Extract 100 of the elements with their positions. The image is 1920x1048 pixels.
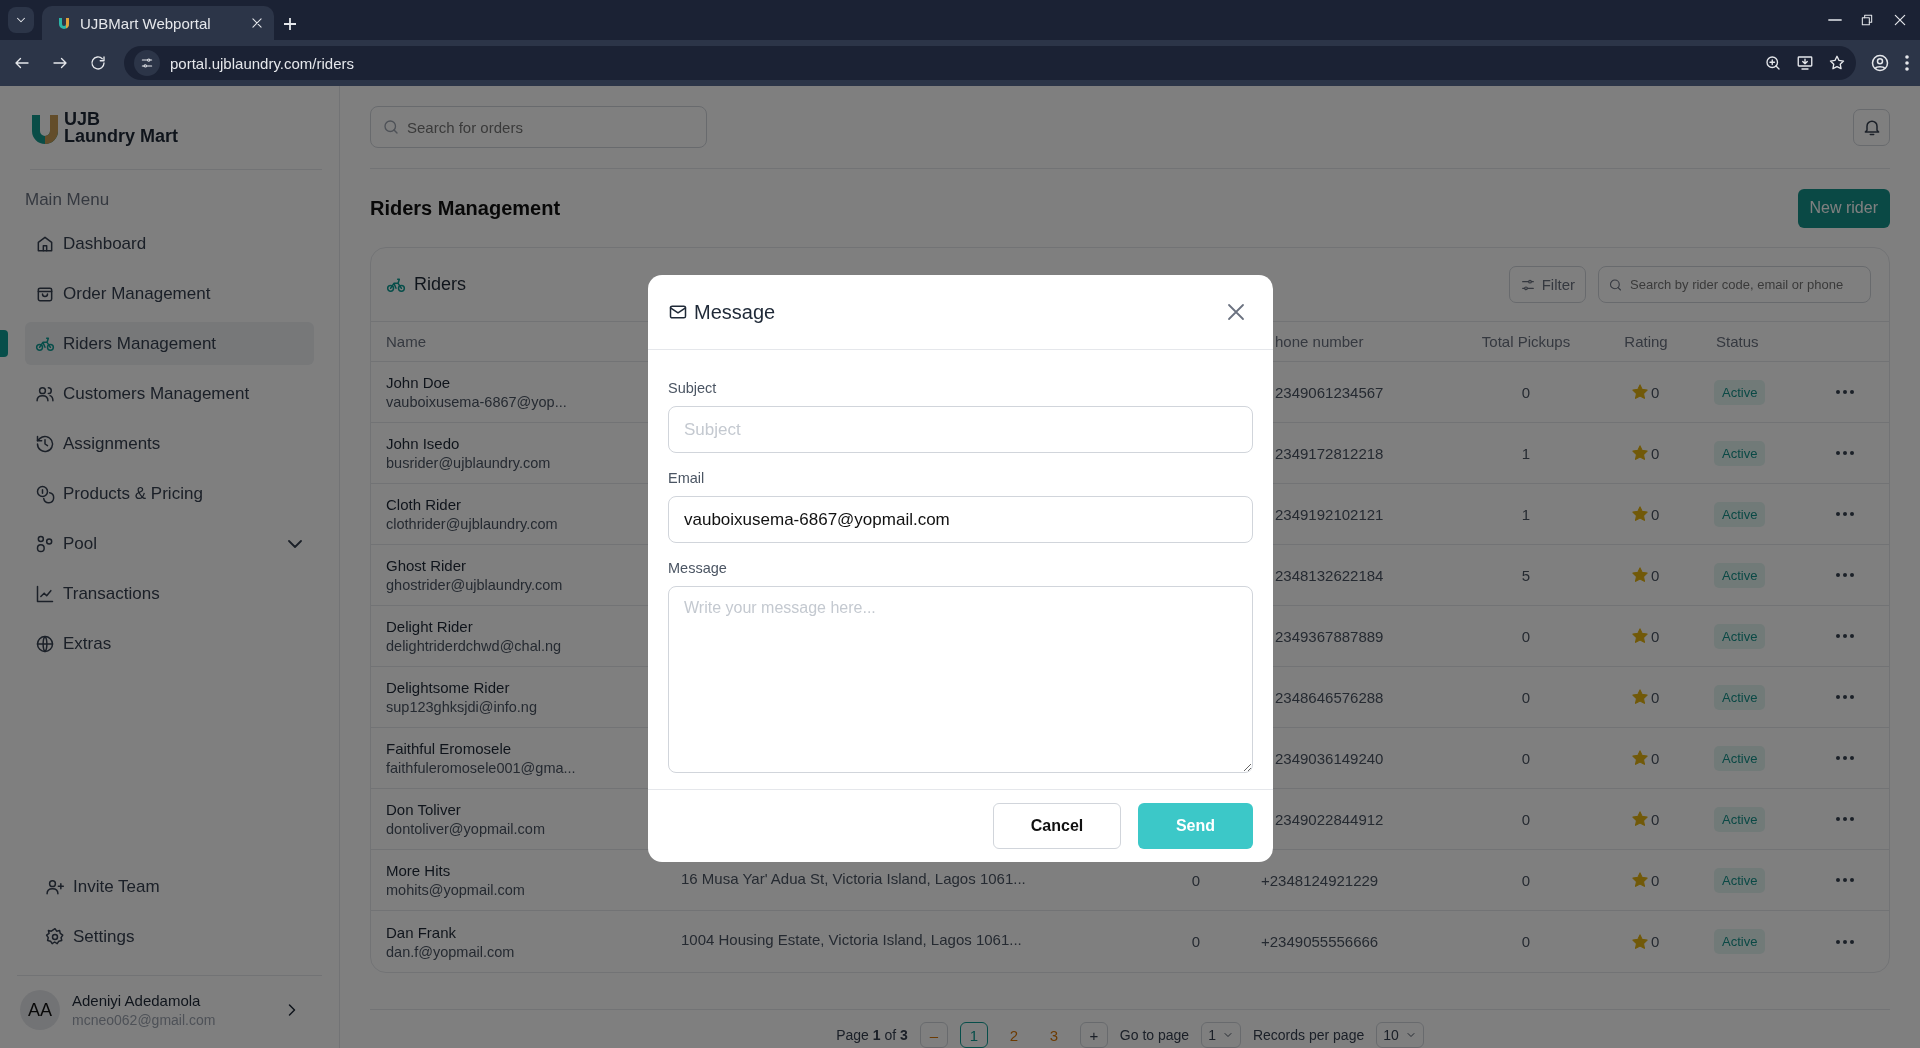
browser-tab[interactable]: UJBMart Webportal	[42, 6, 274, 40]
tab-list-button[interactable]	[8, 7, 34, 33]
more-options-icon[interactable]	[1835, 389, 1855, 395]
sidebar-item[interactable]: Pool	[25, 522, 314, 565]
more-options-icon[interactable]	[1835, 816, 1855, 822]
sidebar-item[interactable]: Order Management	[25, 272, 314, 315]
rider-name: John Isedo	[386, 435, 460, 452]
table-cell: +2349055556666	[1261, 933, 1379, 950]
cancel-button[interactable]: Cancel	[993, 803, 1121, 849]
page-info: Page 1 of 3	[836, 1027, 908, 1043]
settings-icon	[45, 926, 65, 947]
star-icon	[1631, 627, 1649, 645]
notification-button[interactable]	[1853, 108, 1890, 146]
card-title: Riders	[414, 274, 466, 294]
rider-name: Dan Frank	[386, 923, 457, 941]
star-icon	[1631, 932, 1649, 951]
page-button[interactable]: 1	[959, 1022, 988, 1048]
more-options-icon[interactable]	[1835, 694, 1855, 700]
table-cell: 2349036149240	[1275, 749, 1384, 767]
page-select[interactable]: 1	[1201, 1022, 1241, 1048]
status-badge: Active	[1714, 501, 1766, 527]
status-badge: Active	[1714, 745, 1766, 771]
rider-email: delightriderdchwd@chal.ng	[386, 638, 562, 654]
field-label: Subject	[668, 380, 717, 396]
table-cell: 0	[1651, 688, 1660, 706]
status-badge: Active	[1714, 929, 1766, 954]
star-icon	[1631, 444, 1649, 462]
line-chart-icon	[35, 583, 55, 604]
table-cell: 2349022844912	[1275, 810, 1384, 828]
table-cell: 2349192102121	[1275, 505, 1384, 523]
coins-icon	[35, 483, 55, 504]
mail-icon	[668, 302, 688, 322]
table-cell: +2348124921229	[1261, 871, 1379, 889]
sidebar-item[interactable]: Invite Team	[45, 865, 309, 908]
table-cell: 0	[1651, 505, 1660, 523]
rider-email: busrider@ujblaundry.com	[386, 455, 551, 471]
rider-name: Delightsome Rider	[386, 679, 510, 696]
rider-name: Cloth Rider	[386, 496, 462, 513]
search-field[interactable]: Search for orders	[370, 106, 707, 149]
goto-label: Go to page	[1119, 1027, 1190, 1043]
page-button[interactable]: 3	[1039, 1022, 1068, 1048]
more-options-icon[interactable]	[1835, 877, 1855, 883]
star-icon	[1631, 688, 1649, 706]
sidebar-item[interactable]: Assignments	[25, 422, 314, 465]
table-cell: 0	[1521, 688, 1531, 706]
rider-email: faithfuleromosele001@gma...	[386, 760, 576, 776]
table-cell: 0	[1191, 871, 1201, 889]
input-field[interactable]: vauboixusema-6867@yopmail.com	[668, 496, 1253, 543]
new-rider-button[interactable]: New rider	[1797, 188, 1890, 228]
close-icon	[1892, 12, 1908, 28]
column-header: Rating	[1624, 333, 1668, 350]
table-cell: 0	[1651, 749, 1660, 767]
table-cell: 0	[1651, 383, 1660, 401]
records-label: Records per page	[1252, 1027, 1365, 1043]
more-options-icon[interactable]	[1835, 938, 1855, 945]
more-options-icon[interactable]	[1835, 450, 1855, 456]
sidebar-item[interactable]: Extras	[25, 622, 314, 665]
circles-icon	[35, 533, 55, 554]
table-cell: 1004 Housing Estate, Victoria Island, Lagos 1061...	[681, 931, 1022, 948]
site-settings-icon	[140, 56, 154, 70]
status-badge: Active	[1714, 684, 1766, 710]
install-app-icon	[1796, 54, 1814, 72]
search-field[interactable]: Search by rider code, email or phone	[1598, 266, 1871, 303]
more-options-icon[interactable]	[1835, 572, 1855, 578]
more-options-icon[interactable]	[1835, 633, 1855, 639]
page-button[interactable]: 2	[999, 1022, 1028, 1048]
sidebar-item[interactable]: Dashboard	[25, 222, 314, 265]
star-icon	[1631, 871, 1649, 889]
records-select[interactable]: 10	[1376, 1022, 1424, 1048]
field-label: Email	[668, 470, 705, 486]
section-title: Main Menu	[25, 190, 110, 209]
active-marker	[0, 330, 8, 357]
new-tab-icon[interactable]	[282, 16, 298, 32]
more-options-icon[interactable]	[1835, 755, 1855, 761]
next-page-button[interactable]: +	[1079, 1022, 1108, 1048]
table-cell: 2349172812218	[1275, 444, 1384, 462]
table-cell: 0	[1651, 444, 1660, 462]
more-options-icon[interactable]	[1835, 511, 1855, 517]
address-bar[interactable]: portal.ujblaundry.com/riders	[124, 46, 1856, 80]
sidebar-item[interactable]: Customers Management	[25, 372, 314, 415]
page-title: Riders Management	[370, 196, 561, 220]
table-cell: 2349367887889	[1275, 627, 1384, 645]
table-cell: 5	[1521, 566, 1531, 584]
rider-name: Don Toliver	[386, 801, 461, 818]
sidebar-item[interactable]: Settings	[45, 915, 309, 958]
more-menu-icon[interactable]	[1904, 54, 1910, 72]
star-icon	[1631, 749, 1649, 767]
table-cell: 0	[1521, 627, 1531, 645]
logo-text: UJB	[64, 110, 101, 128]
table-cell: 0	[1521, 810, 1531, 828]
sidebar-item[interactable]: Transactions	[25, 572, 314, 615]
previous-page-button[interactable]: –	[919, 1022, 948, 1048]
filter-button[interactable]: Filter	[1508, 266, 1586, 303]
rider-email: sup123ghksjdi@info.ng	[386, 699, 537, 715]
message-field[interactable]: Write your message here...	[668, 586, 1253, 773]
sidebar-item[interactable]: Products & Pricing	[25, 472, 314, 515]
input-field[interactable]: Subject	[668, 406, 1253, 453]
column-header: Name	[386, 333, 426, 350]
status-badge: Active	[1714, 562, 1766, 588]
column-header: Status	[1716, 333, 1759, 350]
